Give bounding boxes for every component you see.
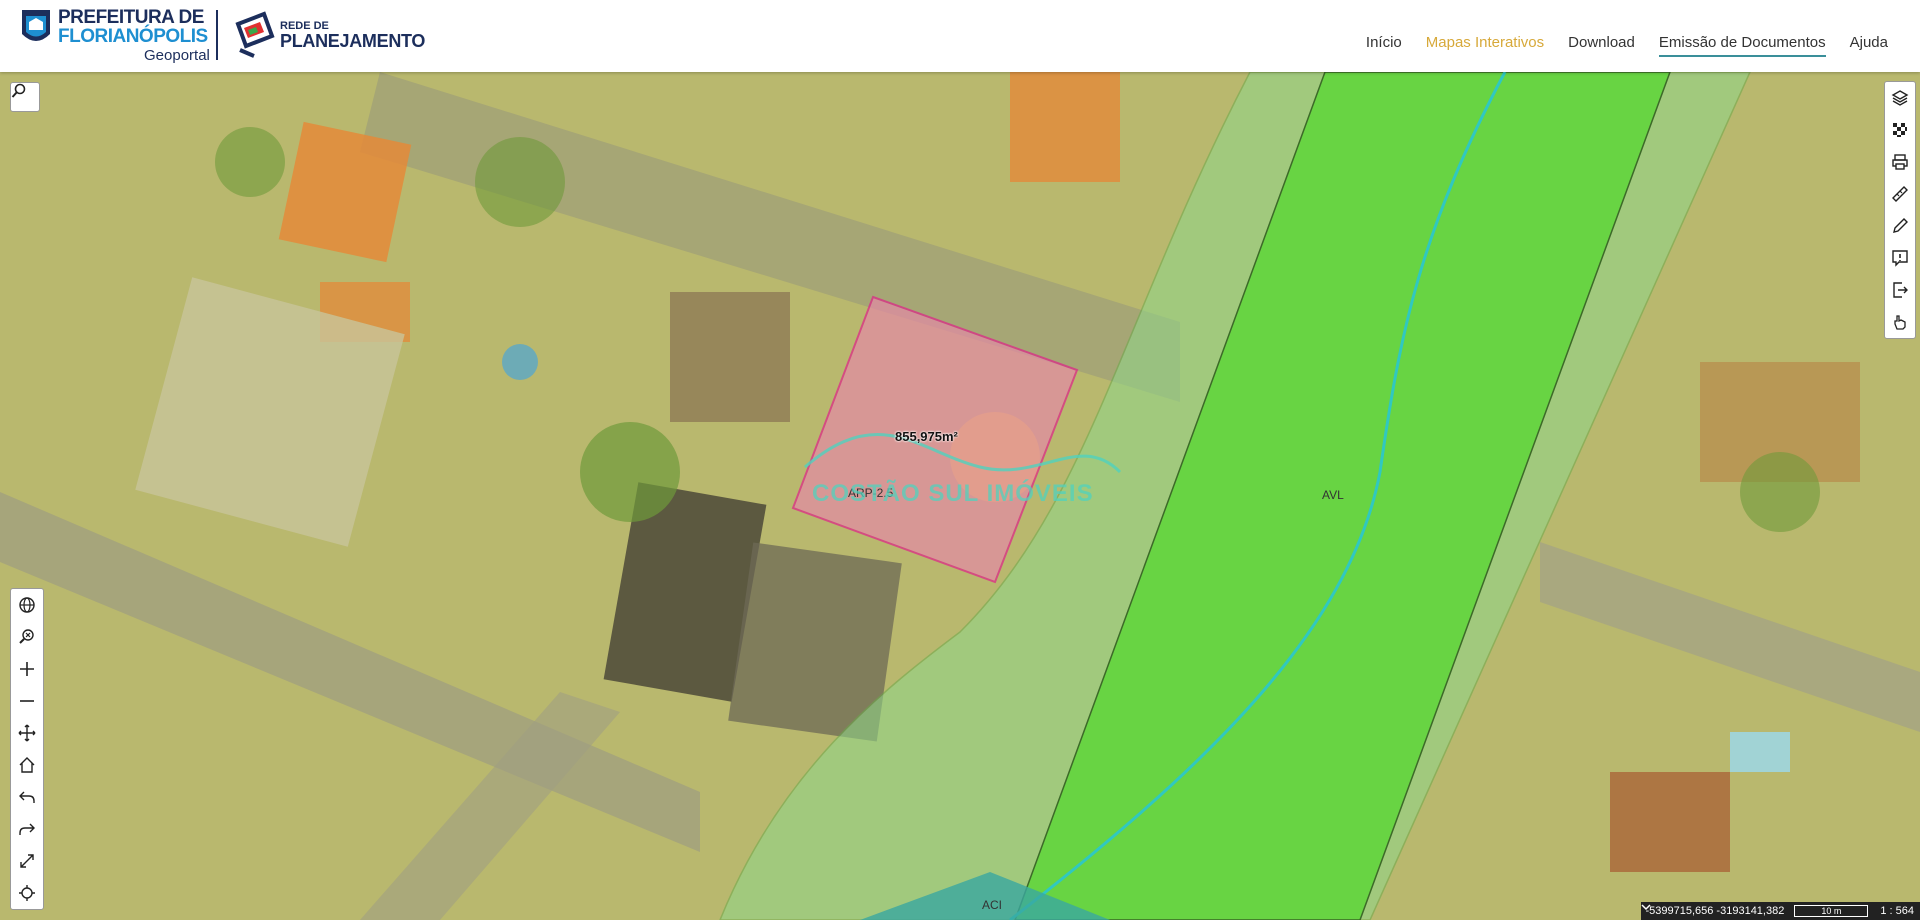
logo2-line1: REDE DE [280,19,329,32]
draw-button[interactable] [1885,210,1915,242]
globe-button[interactable] [11,589,43,621]
export-icon [1893,282,1908,298]
chevron-down-icon[interactable] [1641,902,1652,912]
header: PREFEITURA DE FLORIANÓPOLIS Geoportal RE… [0,0,1920,72]
toolbar-left [10,588,44,910]
zone-label-aci: ACI [982,898,1003,912]
status-bar: -5399715,656 -3193141,382 10 m 1 : 564 [1641,902,1920,920]
logo-divider [216,10,218,60]
area-measure-label: 855,975m² [895,429,958,444]
zoom-box-icon [19,629,34,644]
info-button[interactable] [1885,242,1915,274]
redo-button[interactable] [11,813,43,845]
scale-value: 564 [1895,905,1914,917]
reset-icon [19,885,35,901]
draw-icon [1893,218,1908,233]
zoom-box-button[interactable] [11,621,43,653]
scale-bar: 10 m [1794,905,1869,917]
nav-ajuda[interactable]: Ajuda [1850,34,1888,57]
fullscreen-button[interactable] [11,845,43,877]
info-icon [1892,250,1908,267]
pan-button[interactable] [11,717,43,749]
pan-icon [18,724,36,742]
fullscreen-icon [20,854,34,868]
home-icon [19,757,35,773]
undo-icon [19,791,35,803]
rede-planejamento-logo[interactable]: REDE DE PLANEJAMENTO [234,10,425,60]
layers-icon [1891,90,1909,106]
export-button[interactable] [1885,274,1915,306]
crest-icon [22,10,50,41]
redo-icon [19,823,35,835]
transparency-button[interactable] [1885,114,1915,146]
nav-emissao-documentos[interactable]: Emissão de Documentos [1658,34,1826,57]
measure-button[interactable] [1885,178,1915,210]
layers-button[interactable] [1885,82,1915,114]
map-viewport[interactable]: 855,975m² ARP-2.5 AVL ACI COSTÃO SUL IMÓ… [0,72,1920,920]
toolbar-right [1884,81,1916,339]
watermark-text: COSTÃO SUL IMÓVEIS [812,480,1094,507]
logo-line2: FLORIANÓPOLIS [58,26,208,47]
prefeitura-logo[interactable]: PREFEITURA DE FLORIANÓPOLIS Geoportal [20,8,210,63]
logo2-line2: PLANEJAMENTO [280,30,426,51]
select-button[interactable] [1885,306,1915,338]
zoom-in-icon [20,662,34,676]
nav-download[interactable]: Download [1568,34,1635,57]
planning-mark-icon [235,11,275,58]
zoom-out-button[interactable] [11,685,43,717]
scale-ratio: 1 : 564 [1874,905,1920,917]
select-hand-icon [1894,315,1906,330]
coordinates-readout: -5399715,656 -3193141,382 [1645,905,1785,917]
zone-label-avl: AVL [1322,488,1344,502]
zoom-in-button[interactable] [11,653,43,685]
logo-line1: PREFEITURA DE [58,7,204,28]
nav-mapas-interativos[interactable]: Mapas Interativos [1426,34,1544,57]
zoom-out-icon [20,700,34,702]
home-button[interactable] [11,749,43,781]
search-icon [11,83,26,98]
measure-icon [1892,186,1908,202]
print-button[interactable] [1885,146,1915,178]
reset-button[interactable] [11,877,43,909]
search-button[interactable] [10,82,40,112]
transparency-icon [1893,123,1907,137]
scale-bar-label: 10 m [1821,906,1842,916]
globe-icon [19,597,35,613]
print-icon [1892,154,1908,170]
undo-button[interactable] [11,781,43,813]
main-nav: Início Mapas Interativos Download Emissã… [1366,34,1888,57]
logo-subtitle: Geoportal [144,47,210,64]
nav-inicio[interactable]: Início [1366,34,1402,57]
scale-prefix: 1 : [1880,905,1893,917]
